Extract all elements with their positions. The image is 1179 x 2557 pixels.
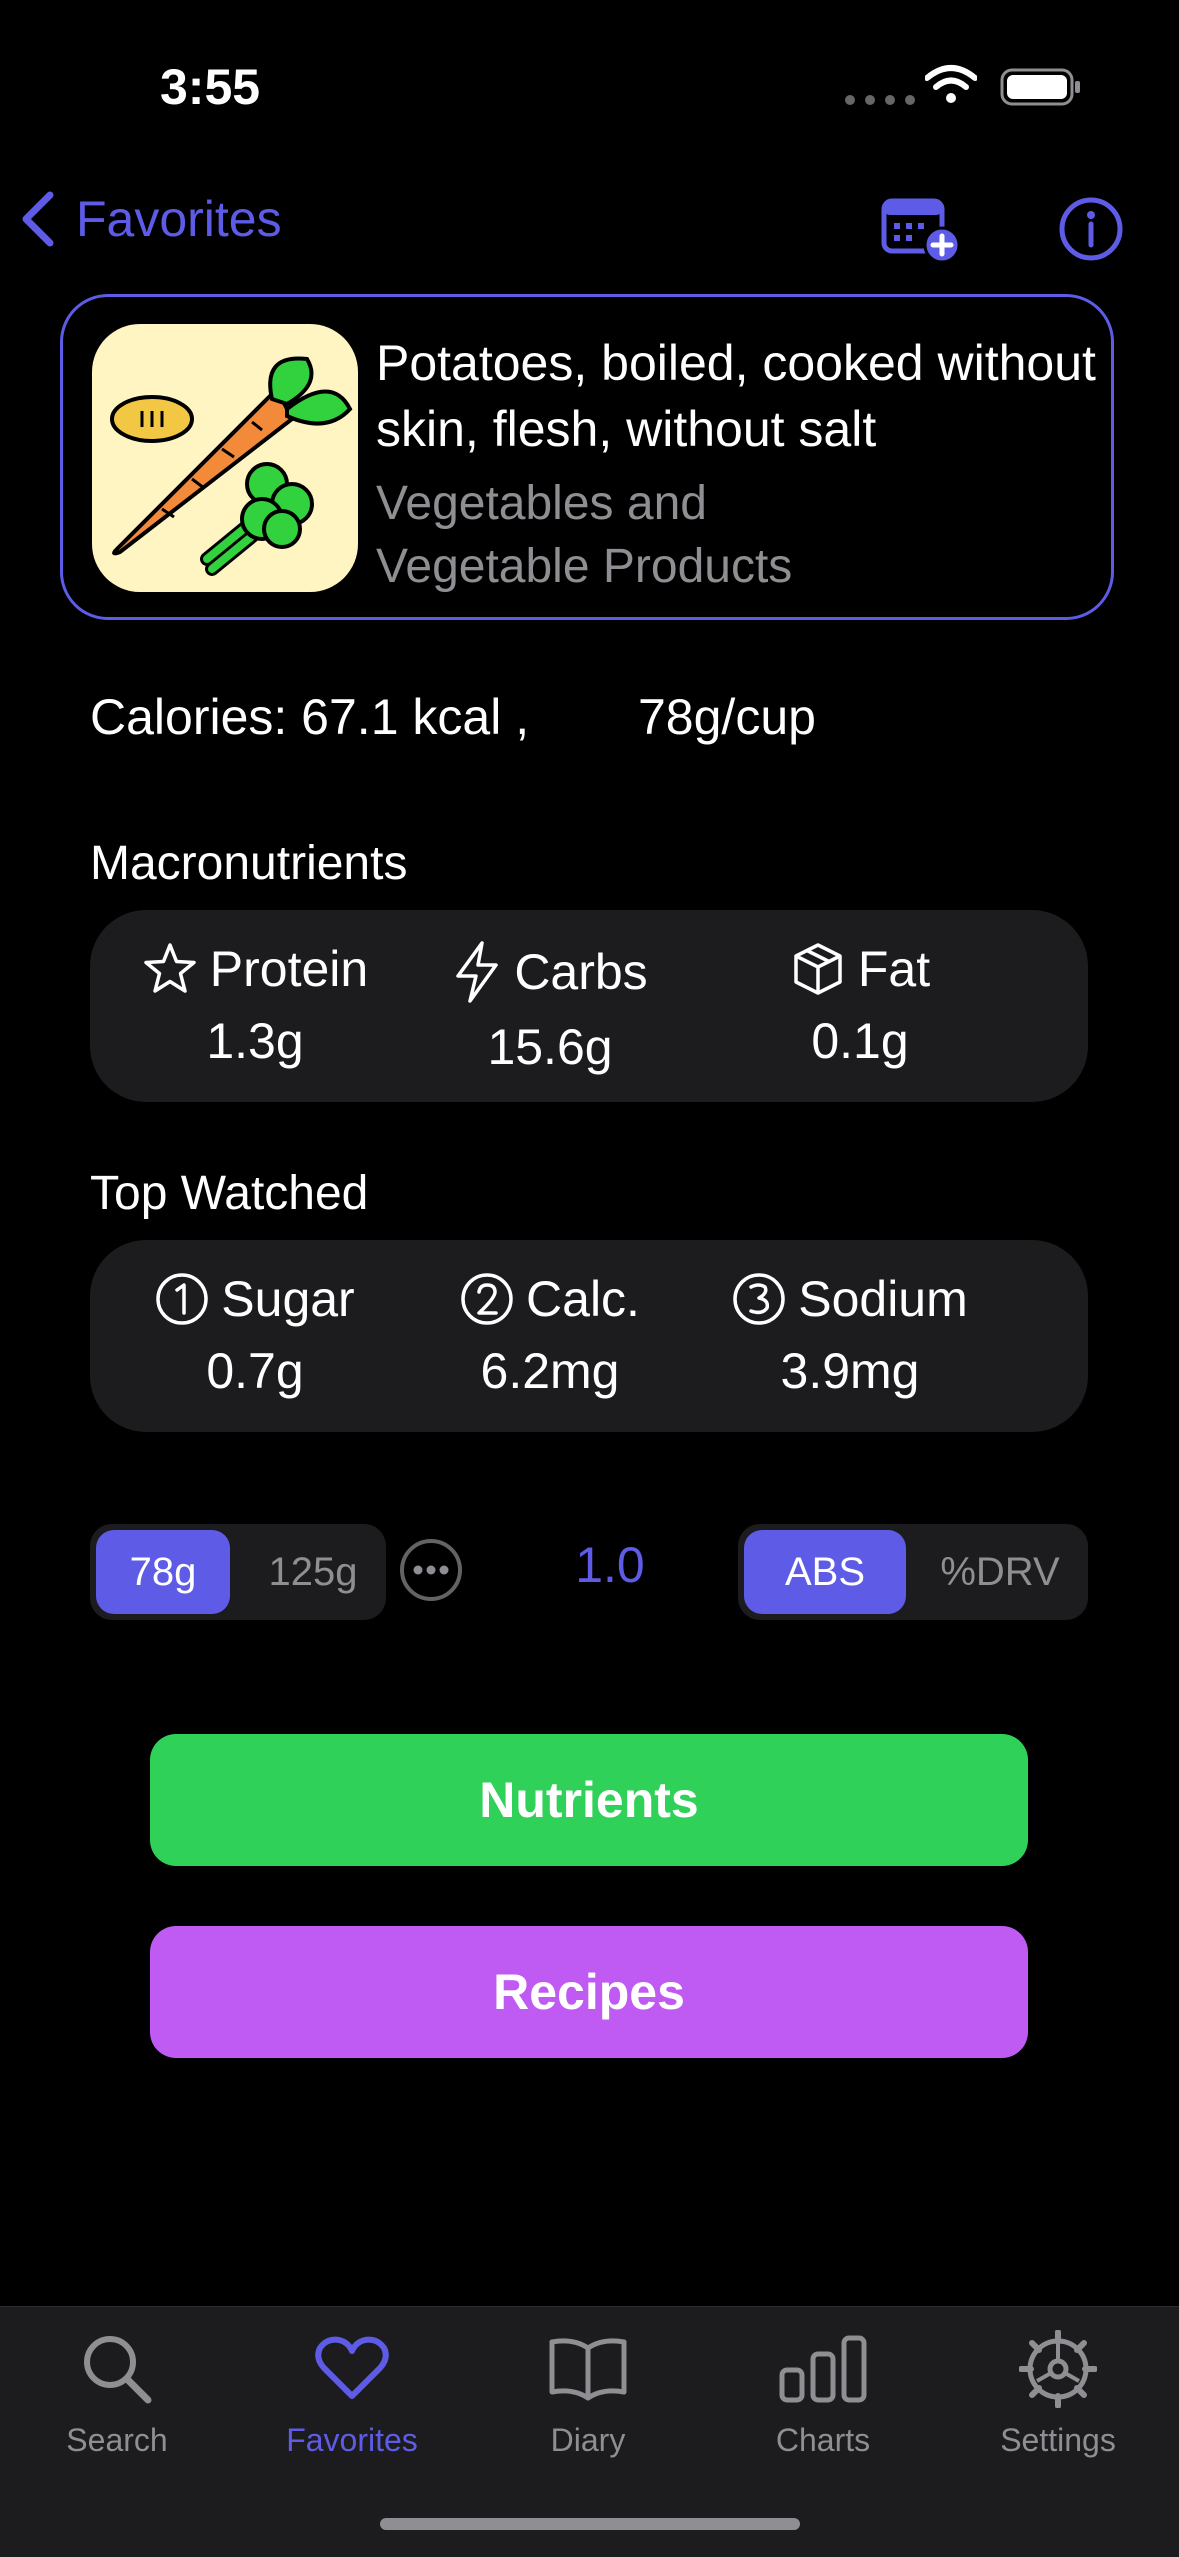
wifi-icon [925,65,977,103]
macronutrients-title: Macronutrients [90,837,408,890]
serving-size-text: 78g/cup [638,689,816,745]
tab-diary[interactable]: Diary [488,2324,688,2459]
cellular-signal-icon [845,95,915,105]
nutrients-button[interactable]: Nutrients [150,1734,1028,1866]
circle-2-icon [461,1273,513,1325]
back-label: Favorites [76,191,282,247]
cube-icon [794,943,842,995]
macro-protein: Protein 1.3g [130,940,380,1070]
battery-icon [1000,68,1080,106]
top-watched-panel: Sugar 0.7g Calc. 6.2mg Sodium 3.9mg [90,1240,1088,1432]
book-icon [549,2338,627,2401]
calories-text: Calories: 67.1 kcal , [90,689,530,745]
bolt-icon [456,941,499,1003]
heart-icon [315,2336,389,2399]
food-name: Potatoes, boiled, cooked without skin, f… [376,335,1096,457]
tab-settings[interactable]: Settings [958,2324,1158,2459]
macro-carbs: Carbs 15.6g [430,940,670,1076]
back-button[interactable]: Favorites [20,190,282,248]
multiplier-value[interactable]: 1.0 [540,1536,680,1594]
tab-favorites[interactable]: Favorites [252,2324,452,2459]
circle-1-icon [156,1273,209,1325]
tab-search[interactable]: Search [17,2324,217,2459]
calendar-add-icon[interactable] [880,195,966,265]
info-icon[interactable] [1058,196,1124,262]
food-thumbnail [92,324,358,592]
mode-option-selected[interactable]: ABS [744,1530,906,1614]
chart-icon [779,2335,867,2403]
watched-sugar: Sugar 0.7g [130,1270,380,1400]
recipes-button[interactable]: Recipes [150,1926,1028,2058]
vegetables-icon [110,356,353,576]
circle-3-icon [733,1273,785,1325]
chevron-left-icon [22,191,54,247]
watched-sodium: Sodium 3.9mg [710,1270,990,1400]
search-icon [84,2336,152,2404]
more-icon[interactable] [398,1537,464,1603]
watched-calcium: Calc. 6.2mg [430,1270,670,1400]
gear-icon [1019,2330,1097,2408]
food-category: Vegetables and Vegetable Products [376,477,793,593]
tab-charts[interactable]: Charts [723,2324,923,2459]
macronutrients-panel: Protein 1.3g Carbs 15.6g Fat 0.1g [90,910,1088,1102]
home-indicator [380,2518,800,2530]
serving-option[interactable]: 125g [246,1530,380,1614]
star-icon [144,943,196,993]
top-watched-title: Top Watched [90,1167,369,1220]
mode-option[interactable]: %DRV [920,1530,1080,1614]
status-time: 3:55 [160,59,261,115]
serving-option-selected[interactable]: 78g [96,1530,230,1614]
macro-fat: Fat 0.1g [750,940,970,1070]
